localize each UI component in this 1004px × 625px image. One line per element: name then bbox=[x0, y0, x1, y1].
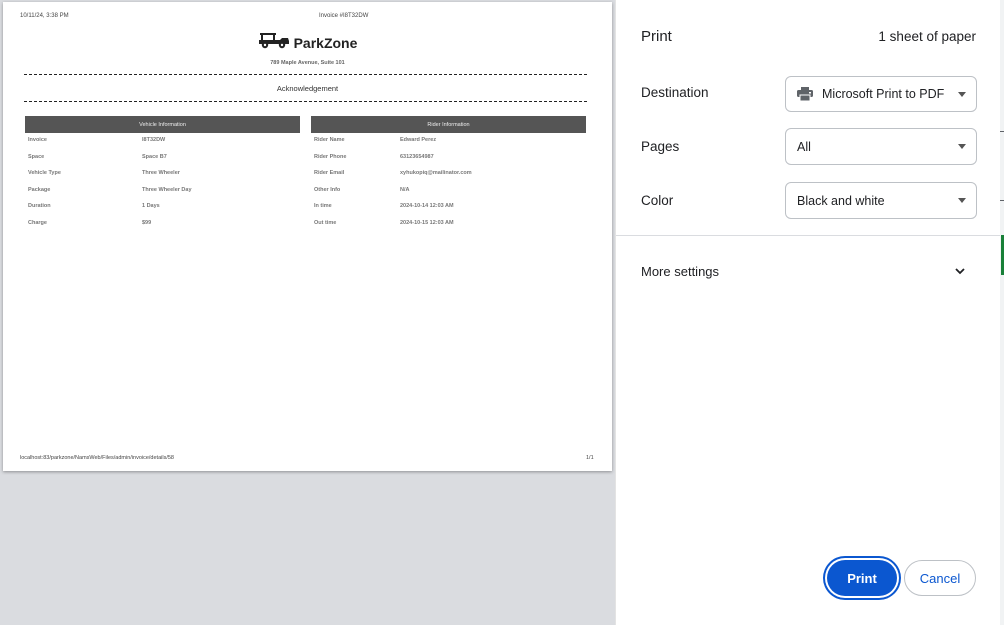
dropdown-arrow-icon bbox=[958, 92, 966, 97]
settings-divider bbox=[616, 235, 1001, 236]
dashed-divider-top bbox=[24, 74, 587, 75]
page-footer-url: localhost:83/parkzone/NamsWeb/Files/admi… bbox=[20, 455, 174, 461]
rider-row-label: In time bbox=[314, 203, 332, 209]
vehicle-info-header: Vehicle Information bbox=[25, 116, 300, 133]
vehicle-row-label: Vehicle Type bbox=[28, 170, 61, 176]
print-button[interactable]: Print bbox=[827, 560, 897, 596]
rider-row-value: 2024-10-14 12:03 AM bbox=[400, 203, 454, 209]
color-value: Black and white bbox=[797, 193, 885, 208]
vehicle-row-label: Duration bbox=[28, 203, 51, 209]
edge-mark bbox=[1000, 131, 1004, 132]
cancel-button[interactable]: Cancel bbox=[904, 560, 976, 596]
more-settings-toggle[interactable]: More settings bbox=[641, 264, 719, 279]
pages-select[interactable]: All bbox=[785, 128, 977, 165]
vehicle-row-value: $99 bbox=[142, 220, 152, 226]
destination-select[interactable]: Microsoft Print to PDF bbox=[785, 76, 977, 112]
acknowledgement-heading: Acknowledgement bbox=[276, 84, 339, 93]
rider-row-value: 2024-10-15 12:03 AM bbox=[400, 220, 454, 226]
pages-value: All bbox=[797, 139, 811, 154]
print-title: Print bbox=[641, 28, 672, 45]
color-label: Color bbox=[641, 193, 674, 208]
rider-row-value: Edward Perez bbox=[400, 137, 437, 143]
rider-info-header: Rider Information bbox=[311, 116, 586, 133]
color-select[interactable]: Black and white bbox=[785, 182, 977, 219]
dropdown-arrow-icon bbox=[958, 198, 966, 203]
brand: ParkZone bbox=[3, 31, 612, 54]
vehicle-row-label: Package bbox=[28, 187, 51, 193]
chevron-down-icon[interactable] bbox=[954, 264, 966, 282]
brand-name: ParkZone bbox=[293, 34, 358, 51]
edge-mark bbox=[1000, 200, 1004, 201]
print-preview-area: 10/11/24, 3:38 PM Invoice #I8T32DW ParkZ… bbox=[0, 0, 615, 625]
company-address: 789 Maple Avenue, Suite 101 bbox=[270, 60, 345, 66]
preview-page: 10/11/24, 3:38 PM Invoice #I8T32DW ParkZ… bbox=[3, 2, 612, 471]
print-settings-panel: Print 1 sheet of paper Destination Micro… bbox=[615, 0, 1001, 625]
vehicle-row-value: Three Wheeler Day bbox=[142, 187, 192, 193]
destination-value: Microsoft Print to PDF bbox=[822, 87, 945, 101]
rider-row-label: Rider Name bbox=[314, 137, 345, 143]
vehicle-row-value: 1 Days bbox=[142, 203, 160, 209]
vehicle-row-label: Space bbox=[28, 154, 45, 160]
rider-row-label: Other Info bbox=[314, 187, 341, 193]
rider-row-value: xyhukopiq@mailinator.com bbox=[400, 170, 472, 176]
vehicle-row-value: I8T32DW bbox=[142, 137, 166, 143]
rider-row-label: Out time bbox=[314, 220, 337, 226]
dashed-divider-bottom bbox=[24, 101, 587, 102]
jeep-logo-icon bbox=[258, 31, 290, 54]
page-header-title: Invoice #I8T32DW bbox=[319, 13, 369, 19]
vehicle-row-label: Invoice bbox=[28, 137, 47, 143]
rider-row-value: 63123654987 bbox=[400, 154, 434, 160]
background-page-edge bbox=[1000, 0, 1004, 625]
rider-row-label: Rider Phone bbox=[314, 154, 347, 160]
rider-row-label: Rider Email bbox=[314, 170, 345, 176]
page-footer-number: 1/1 bbox=[586, 455, 594, 461]
printer-icon bbox=[797, 87, 813, 101]
page-header-date: 10/11/24, 3:38 PM bbox=[20, 13, 69, 19]
vehicle-row-value: Three Wheeler bbox=[142, 170, 180, 176]
vehicle-row-value: Space B7 bbox=[142, 154, 167, 160]
rider-row-value: N/A bbox=[400, 187, 410, 193]
destination-label: Destination bbox=[641, 85, 709, 100]
pages-label: Pages bbox=[641, 139, 680, 154]
vehicle-row-label: Charge bbox=[28, 220, 47, 226]
sheet-count: 1 sheet of paper bbox=[878, 29, 976, 44]
dropdown-arrow-icon bbox=[958, 144, 966, 149]
